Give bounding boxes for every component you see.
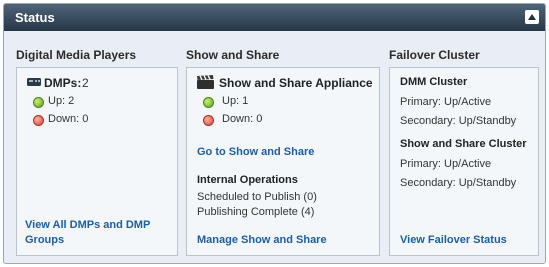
internal-operations-title: Internal Operations — [197, 174, 298, 186]
status-titlebar: Status — [4, 4, 545, 31]
dmp-column-title: Digital Media Players — [16, 48, 137, 62]
up-status-icon — [33, 97, 44, 108]
dmp-box: DMPs: 2 Up: 2 Down: 0 View All DMPs and … — [16, 67, 178, 256]
dmp-down: Down: 0 — [48, 113, 89, 125]
status-panel: Status Digital Media Players DMPs: 2 Up:… — [3, 3, 546, 264]
publishing-complete: Publishing Complete (4) — [197, 206, 315, 218]
clapperboard-icon — [197, 75, 214, 89]
down-status-icon — [203, 115, 214, 126]
sas-column-title: Show and Share — [186, 48, 280, 62]
sas-appliance-label: Show and Share Appliance — [219, 76, 373, 90]
up-status-icon — [203, 97, 214, 108]
sas-box: Show and Share Appliance Up: 1 Down: 0 G… — [186, 67, 380, 256]
sas-cluster-title: Show and Share Cluster — [400, 138, 527, 150]
sas-up: Up: 1 — [222, 95, 249, 107]
collapse-button[interactable] — [525, 10, 539, 24]
down-status-icon — [33, 115, 44, 126]
sas-primary: Primary: Up/Active — [400, 158, 492, 170]
panel-title: Status — [15, 10, 55, 25]
view-failover-status-link[interactable]: View Failover Status — [400, 234, 507, 246]
manage-show-and-share-link[interactable]: Manage Show and Share — [197, 234, 327, 246]
failover-column-title: Failover Cluster — [389, 48, 480, 62]
sas-secondary: Secondary: Up/Standby — [400, 177, 517, 189]
dmps-label: DMPs: — [44, 76, 82, 90]
dmm-primary: Primary: Up/Active — [400, 96, 492, 108]
scheduled-to-publish: Scheduled to Publish (0) — [197, 191, 317, 203]
dmp-up: Up: 2 — [48, 95, 75, 107]
view-all-dmps-link[interactable]: View All DMPs and DMP Groups — [25, 218, 173, 248]
go-to-show-and-share-link[interactable]: Go to Show and Share — [197, 146, 314, 158]
dmps-count: 2 — [82, 76, 89, 90]
dmm-secondary: Secondary: Up/Standby — [400, 115, 517, 127]
failover-box: DMM Cluster Primary: Up/Active Secondary… — [389, 67, 539, 256]
media-player-icon — [27, 78, 41, 86]
sas-down: Down: 0 — [222, 113, 263, 125]
dmm-cluster-title: DMM Cluster — [400, 76, 468, 88]
chevron-up-icon — [528, 14, 536, 20]
